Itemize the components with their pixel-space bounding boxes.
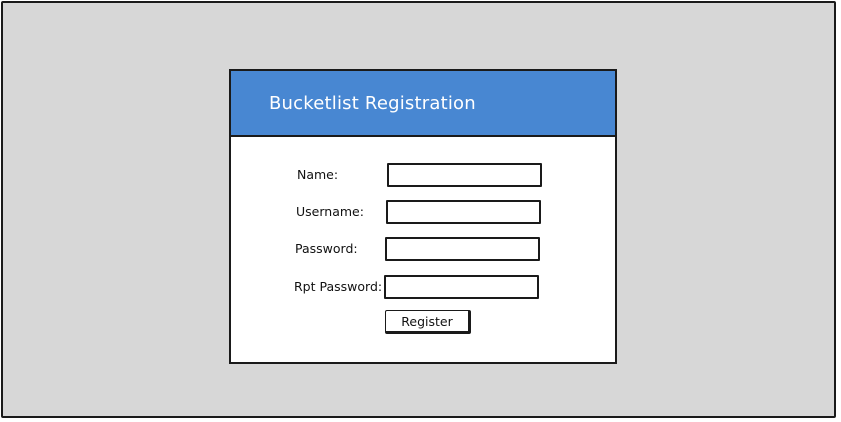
app-window: Bucketlist Registration Name: Username: … [1, 1, 836, 418]
name-field[interactable] [387, 163, 542, 187]
username-field[interactable] [386, 200, 541, 224]
register-button[interactable]: Register [385, 310, 471, 334]
rpt-password-label: Rpt Password: [294, 279, 383, 294]
name-label: Name: [297, 167, 339, 182]
username-label: Username: [296, 204, 364, 219]
password-field[interactable] [385, 237, 540, 261]
dialog-title: Bucketlist Registration [269, 93, 476, 114]
dialog-header: Bucketlist Registration [231, 71, 615, 137]
rpt-password-field[interactable] [384, 275, 539, 299]
registration-dialog: Bucketlist Registration Name: Username: … [229, 69, 617, 364]
password-label: Password: [295, 241, 358, 256]
